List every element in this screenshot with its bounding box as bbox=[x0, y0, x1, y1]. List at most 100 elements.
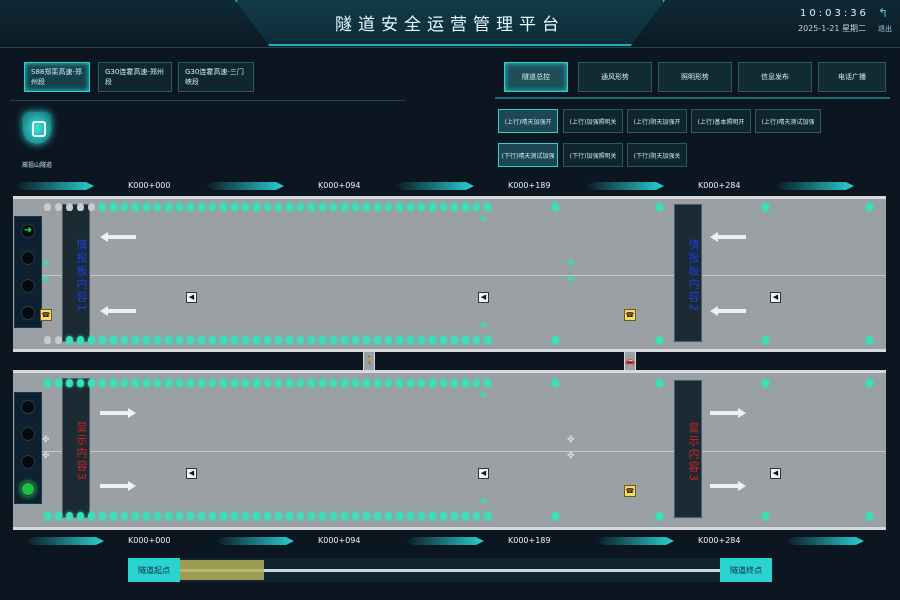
tunnel-lamp-icon[interactable] bbox=[484, 336, 491, 344]
tunnel-lamp-icon[interactable] bbox=[473, 379, 480, 387]
tunnel-lamp-icon[interactable] bbox=[154, 512, 161, 520]
tunnel-lamp-icon[interactable] bbox=[484, 512, 491, 520]
tunnel-lamp-icon[interactable] bbox=[429, 512, 436, 520]
fan-icon[interactable]: ✤ bbox=[480, 216, 489, 225]
tunnel-lamp-icon[interactable] bbox=[440, 379, 447, 387]
speaker-icon[interactable]: ◀ bbox=[770, 468, 781, 479]
tunnel-lamp-icon[interactable] bbox=[440, 512, 447, 520]
tunnel-lamp-icon[interactable] bbox=[88, 379, 95, 387]
fan-icon[interactable]: ✤ bbox=[567, 452, 576, 461]
tunnel-lamp-icon[interactable] bbox=[143, 336, 150, 344]
vehicle-passage-icon[interactable]: 🚗 bbox=[624, 351, 636, 371]
tunnel-lamp-icon[interactable] bbox=[99, 379, 106, 387]
phone-icon[interactable]: ☎ bbox=[624, 309, 636, 321]
tunnel-lamp-icon[interactable] bbox=[77, 336, 84, 344]
tunnel-lamp-icon[interactable] bbox=[198, 203, 205, 211]
tunnel-lamp-icon[interactable] bbox=[220, 512, 227, 520]
tunnel-lamp-icon[interactable] bbox=[88, 512, 95, 520]
tunnel-lamp-icon[interactable] bbox=[866, 203, 873, 211]
tunnel-lamp-icon[interactable] bbox=[253, 203, 260, 211]
tunnel-lamp-icon[interactable] bbox=[396, 203, 403, 211]
tunnel-lamp-icon[interactable] bbox=[286, 203, 293, 211]
tunnel-lamp-icon[interactable] bbox=[165, 512, 172, 520]
tunnel-lamp-icon[interactable] bbox=[451, 203, 458, 211]
btn-up-basic-on[interactable]: (上行)基本照明开 bbox=[691, 109, 751, 133]
tunnel-lamp-icon[interactable] bbox=[66, 203, 73, 211]
tunnel-lamp-icon[interactable] bbox=[121, 379, 128, 387]
tunnel-lamp-icon[interactable] bbox=[165, 379, 172, 387]
tab-ventilation[interactable]: 通风形势 bbox=[578, 62, 652, 92]
tunnel-lamp-icon[interactable] bbox=[656, 336, 663, 344]
tunnel-lamp-icon[interactable] bbox=[275, 512, 282, 520]
tunnel-lamp-icon[interactable] bbox=[176, 512, 183, 520]
tunnel-lamp-icon[interactable] bbox=[762, 512, 769, 520]
tunnel-lamp-icon[interactable] bbox=[341, 512, 348, 520]
fan-icon[interactable]: ✤ bbox=[480, 392, 489, 401]
fan-icon[interactable]: ✤ bbox=[567, 436, 576, 445]
tunnel-lamp-icon[interactable] bbox=[220, 203, 227, 211]
tunnel-lamp-icon[interactable] bbox=[275, 336, 282, 344]
tunnel-lamp-icon[interactable] bbox=[352, 336, 359, 344]
tunnel-lamp-icon[interactable] bbox=[231, 379, 238, 387]
tunnel-lamp-icon[interactable] bbox=[253, 512, 260, 520]
fan-icon[interactable]: ✤ bbox=[42, 276, 51, 285]
tunnel-lamp-icon[interactable] bbox=[275, 203, 282, 211]
tunnel-lamp-icon[interactable] bbox=[866, 512, 873, 520]
tunnel-lamp-icon[interactable] bbox=[176, 336, 183, 344]
speaker-icon[interactable]: ◀ bbox=[478, 292, 489, 303]
tunnel-lamp-icon[interactable] bbox=[231, 512, 238, 520]
tunnel-lamp-icon[interactable] bbox=[187, 203, 194, 211]
fan-icon[interactable]: ✤ bbox=[480, 498, 489, 507]
speaker-icon[interactable]: ◀ bbox=[770, 292, 781, 303]
tunnel-lamp-icon[interactable] bbox=[319, 379, 326, 387]
fan-icon[interactable]: ✤ bbox=[567, 276, 576, 285]
tunnel-lamp-icon[interactable] bbox=[132, 203, 139, 211]
tunnel-lamp-icon[interactable] bbox=[440, 336, 447, 344]
tunnel-lamp-icon[interactable] bbox=[121, 336, 128, 344]
tunnel-lamp-icon[interactable] bbox=[462, 336, 469, 344]
tunnel-lamp-icon[interactable] bbox=[132, 512, 139, 520]
tunnel-lamp-icon[interactable] bbox=[319, 512, 326, 520]
tunnel-lamp-icon[interactable] bbox=[656, 379, 663, 387]
tunnel-lamp-icon[interactable] bbox=[253, 379, 260, 387]
tunnel-lamp-icon[interactable] bbox=[242, 336, 249, 344]
tunnel-lamp-icon[interactable] bbox=[407, 203, 414, 211]
tunnel-lamp-icon[interactable] bbox=[187, 512, 194, 520]
tunnel-lamp-icon[interactable] bbox=[77, 512, 84, 520]
tunnel-lamp-icon[interactable] bbox=[308, 203, 315, 211]
tunnel-lamp-icon[interactable] bbox=[55, 203, 62, 211]
tunnel-lamp-icon[interactable] bbox=[121, 203, 128, 211]
tunnel-lamp-icon[interactable] bbox=[341, 203, 348, 211]
tunnel-lamp-icon[interactable] bbox=[77, 203, 84, 211]
tunnel-lamp-icon[interactable] bbox=[66, 379, 73, 387]
tunnel-lamp-icon[interactable] bbox=[264, 379, 271, 387]
tunnel-lamp-icon[interactable] bbox=[231, 203, 238, 211]
tunnel-lamp-icon[interactable] bbox=[352, 203, 359, 211]
tunnel-lamp-icon[interactable] bbox=[319, 203, 326, 211]
phone-icon[interactable]: ☎ bbox=[624, 485, 636, 497]
tunnel-lamp-icon[interactable] bbox=[407, 512, 414, 520]
tunnel-lamp-icon[interactable] bbox=[110, 203, 117, 211]
tunnel-lamp-icon[interactable] bbox=[418, 203, 425, 211]
tunnel-lamp-icon[interactable] bbox=[88, 336, 95, 344]
lower-vms-left[interactable]: 显示内容3 bbox=[62, 378, 90, 518]
tunnel-lamp-icon[interactable] bbox=[363, 512, 370, 520]
tunnel-lamp-icon[interactable] bbox=[66, 336, 73, 344]
tunnel-lamp-icon[interactable] bbox=[154, 203, 161, 211]
btn-down-sunny-test[interactable]: (下行)晴天测试加强 bbox=[498, 143, 558, 167]
tunnel-lamp-icon[interactable] bbox=[286, 336, 293, 344]
tunnel-lamp-icon[interactable] bbox=[352, 512, 359, 520]
tunnel-lamp-icon[interactable] bbox=[552, 203, 559, 211]
pedestrian-passage-icon[interactable]: 🚶 bbox=[363, 351, 375, 371]
btn-up-sunny-test[interactable]: (上行)晴天测试加强 bbox=[755, 109, 821, 133]
tunnel-lamp-icon[interactable] bbox=[220, 379, 227, 387]
tunnel-lamp-icon[interactable] bbox=[176, 203, 183, 211]
upper-vms-right[interactable]: 情报板内容2 bbox=[674, 204, 702, 342]
tunnel-lamp-icon[interactable] bbox=[319, 336, 326, 344]
tunnel-lamp-icon[interactable] bbox=[209, 203, 216, 211]
tunnel-lamp-icon[interactable] bbox=[330, 203, 337, 211]
fan-icon[interactable]: ✤ bbox=[42, 260, 51, 269]
tunnel-lamp-icon[interactable] bbox=[209, 512, 216, 520]
tunnel-lamp-icon[interactable] bbox=[385, 379, 392, 387]
tunnel-lamp-icon[interactable] bbox=[341, 336, 348, 344]
